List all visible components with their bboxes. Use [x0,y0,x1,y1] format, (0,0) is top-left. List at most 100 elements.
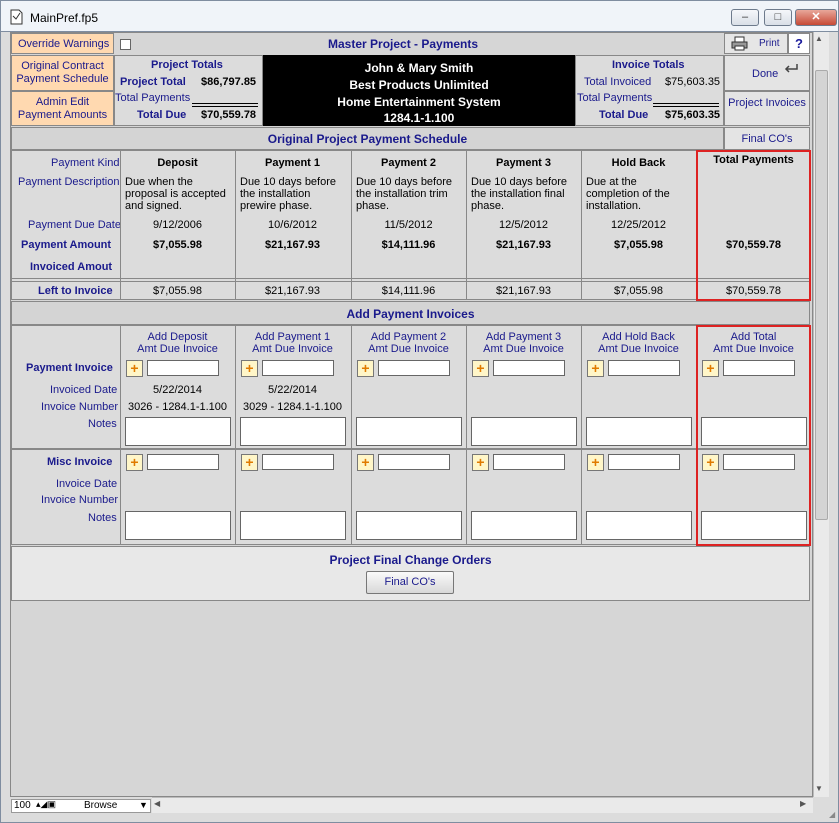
project-invoices-button[interactable]: Project Invoices [724,91,810,126]
override-warnings-checkbox[interactable] [120,39,131,50]
payment-description-2: Due 10 days before the installation trim… [356,176,453,212]
original-contract-button[interactable]: Original Contract Payment Schedule [11,55,114,91]
payment-notes-field-4[interactable] [586,417,692,446]
zoom-level[interactable]: 100 [14,800,31,811]
total-invoiced-label: Total Invoiced [584,76,652,88]
misc-invoice-amount-field-0[interactable] [147,454,219,470]
payment-amount-2: $14,111.96 [381,239,436,251]
payment-invoice-plus-icon-2[interactable]: + [357,360,374,377]
payment-notes-field-3[interactable] [471,417,577,446]
zoom-icons[interactable]: ▴◢▣ [36,799,56,810]
schedule-column-divider [235,150,236,300]
invoice-column-divider [235,325,236,545]
title-bar [0,0,839,32]
payment-invoice-plus-icon-4[interactable]: + [587,360,604,377]
amt-due-header-5: Amt Due Invoice [713,343,794,355]
invoice-number-0: 3026 - 1284.1-1.100 [127,401,228,413]
payment-invoice-amount-field-5[interactable] [723,360,795,376]
mode-select[interactable]: Browse [84,800,117,811]
payment-invoice-plus-icon-3[interactable]: + [472,360,489,377]
scroll-thumb[interactable] [815,70,828,520]
invoice-total-due-label: Total Due [599,109,649,121]
invoice-number-label: Invoice Number [41,401,119,413]
mode-dropdown-icon[interactable]: ▼ [139,800,148,810]
invoice-column-divider [120,325,121,545]
invoice-total-due-value: $75,603.35 [665,109,721,121]
payment-notes-field-2[interactable] [356,417,462,446]
misc-invoice-plus-icon-4[interactable]: + [587,454,604,471]
horizontal-scrollbar[interactable]: ◀ ▶ [152,797,813,813]
print-button[interactable]: Print [724,33,788,54]
misc-invoice-plus-icon-1[interactable]: + [241,454,258,471]
notes-label: Notes [88,418,117,430]
invoice-column-divider [351,325,352,545]
misc-notes-field-5[interactable] [701,511,807,540]
invoice-column-divider [696,325,697,545]
payment-due-date-0: 9/12/2006 [153,219,202,231]
payment-invoice-plus-icon-1[interactable]: + [241,360,258,377]
misc-invoice-amount-field-3[interactable] [493,454,565,470]
final-cos-button-top[interactable]: Final CO's [724,127,810,150]
misc-invoice-amount-field-5[interactable] [723,454,795,470]
invoiced-date-1: 5/22/2014 [268,384,317,396]
amt-due-header-1: Amt Due Invoice [252,343,333,355]
minimize-button[interactable]: – [731,9,759,26]
payment-notes-field-5[interactable] [701,417,807,446]
misc-invoice-plus-icon-2[interactable]: + [357,454,374,471]
scroll-up-icon[interactable]: ▲ [815,34,823,43]
close-button[interactable]: ✕ [795,9,837,26]
scroll-down-icon[interactable]: ▼ [815,784,823,793]
amt-due-header-0: Amt Due Invoice [137,343,218,355]
payment-description-1: Due 10 days before the installation prew… [240,176,337,212]
misc-invoice-amount-field-4[interactable] [608,454,680,470]
misc-notes-field-0[interactable] [125,511,231,540]
payment-invoice-amount-field-4[interactable] [608,360,680,376]
help-button[interactable]: ? [788,33,810,54]
misc-invoice-label: Misc Invoice [47,456,113,468]
restore-button[interactable]: □ [764,9,792,26]
misc-notes-field-2[interactable] [356,511,462,540]
misc-invoice-plus-icon-5[interactable]: + [702,454,719,471]
payment-invoice-amount-field-2[interactable] [378,360,450,376]
scroll-right-icon[interactable]: ▶ [800,799,806,808]
left-to-invoice-label: Left to Invoice [38,285,113,297]
left-to-invoice-1: $21,167.93 [264,285,321,297]
misc-invoice-amount-field-1[interactable] [262,454,334,470]
payment-description-0: Due when the proposal is accepted and si… [125,176,226,212]
payment-invoice-amount-field-3[interactable] [493,360,565,376]
payment-kind-2: Payment 2 [380,157,437,169]
add-column-header-3: Add Payment 3 [485,331,562,343]
window-title: MainPref.fp5 [30,11,99,25]
return-arrow-icon [784,64,798,73]
vertical-scrollbar[interactable]: ▲ ▼ [813,32,829,797]
misc-invoice-plus-icon-3[interactable]: + [472,454,489,471]
resize-grip-icon[interactable]: ◢ [829,810,839,823]
amt-due-header-4: Amt Due Invoice [598,343,679,355]
payment-invoice-amount-field-0[interactable] [147,360,219,376]
add-column-header-4: Add Hold Back [602,331,675,343]
misc-notes-field-3[interactable] [471,511,577,540]
payment-amount-0: $7,055.98 [153,239,202,251]
scroll-left-icon[interactable]: ◀ [154,799,160,808]
payment-due-date-label: Payment Due Date [28,219,121,231]
schedule-column-divider [581,150,582,300]
schedule-column-divider [696,150,697,300]
payment-invoice-plus-icon-5[interactable]: + [702,360,719,377]
payment-invoice-plus-icon-0[interactable]: + [126,360,143,377]
help-icon: ? [795,36,803,51]
add-column-header-1: Add Payment 1 [254,331,331,343]
schedule-section-header: Original Project Payment Schedule [11,127,724,150]
misc-notes-field-4[interactable] [586,511,692,540]
payment-notes-field-0[interactable] [125,417,231,446]
print-label: Print [759,38,780,49]
misc-notes-field-1[interactable] [240,511,346,540]
payment-notes-field-1[interactable] [240,417,346,446]
misc-invoice-amount-field-2[interactable] [378,454,450,470]
payment-invoice-amount-field-1[interactable] [262,360,334,376]
final-cos-button[interactable]: Final CO's [366,571,454,594]
misc-invoice-plus-icon-0[interactable]: + [126,454,143,471]
admin-edit-button[interactable]: Admin Edit Payment Amounts [11,91,114,126]
done-button[interactable]: Done [724,55,810,91]
payment-due-date-3: 12/5/2012 [499,219,548,231]
invoiced-date-0: 5/22/2014 [153,384,202,396]
